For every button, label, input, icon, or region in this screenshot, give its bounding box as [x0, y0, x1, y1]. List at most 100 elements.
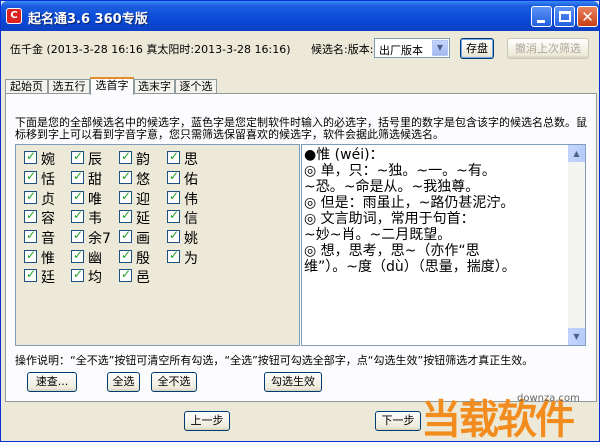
prev-step-button[interactable]: 上一步 [184, 411, 230, 431]
char-label: 迎 [136, 192, 150, 208]
next-step-button[interactable]: 下一步 [375, 411, 421, 431]
detail-line: ◎ 文言助词，常用于句首： [304, 211, 475, 227]
char-label: 信 [184, 211, 198, 227]
chevron-down-icon[interactable]: ▼ [432, 40, 448, 56]
detail-scrollbar[interactable]: ▲ ▼ [568, 145, 585, 345]
checkmark-icon: ✓ [26, 208, 37, 222]
checkmark-icon: ✓ [121, 189, 132, 203]
detail-line: ~妙~肖。~二月既望。 [304, 227, 452, 243]
scroll-up-icon[interactable]: ▲ [568, 145, 585, 162]
save-button[interactable]: 存盘 [460, 38, 494, 59]
checkbox-box[interactable]: ✓ [167, 248, 180, 263]
char-label: 惟 [41, 251, 55, 267]
checkbox-box[interactable]: ✓ [24, 267, 37, 282]
checkmark-icon: ✓ [169, 189, 180, 203]
checkbox-box[interactable]: ✓ [71, 189, 84, 204]
version-select[interactable]: 出厂版本 ▼ [374, 38, 450, 58]
checkbox-box[interactable]: ✓ [71, 228, 84, 243]
detail-line: ◎ 单，只：~独。~一。~有。 [304, 163, 496, 179]
checkbox-box[interactable]: ✓ [24, 248, 37, 263]
checkmark-icon: ✓ [26, 149, 37, 163]
checkmark-icon: ✓ [169, 208, 180, 222]
detail-line: 维”）。~度（dù）（思量，揣度）。 [304, 259, 516, 275]
checkmark-icon: ✓ [73, 208, 84, 222]
minimize-icon [537, 20, 545, 23]
close-icon: ✕ [581, 8, 594, 26]
checkbox-box[interactable]: ✓ [119, 208, 132, 223]
char-label: 唯 [88, 192, 102, 208]
checkbox-box[interactable]: ✓ [24, 228, 37, 243]
scroll-down-icon[interactable]: ▼ [568, 328, 585, 345]
char-label: 容 [41, 211, 55, 227]
checkbox-box[interactable]: ✓ [119, 248, 132, 263]
checkbox-box[interactable]: ✓ [24, 169, 37, 184]
detail-line: ~恐。~命是从。~我独尊。 [304, 179, 480, 195]
checkbox-box[interactable]: ✓ [167, 149, 180, 164]
watermark-url: downza.com [517, 393, 580, 404]
char-label: 画 [136, 231, 150, 247]
char-label: 韦 [88, 211, 102, 227]
checkmark-icon: ✓ [121, 149, 132, 163]
select-none-button[interactable]: 全不选 [151, 372, 197, 392]
tab-first-char[interactable]: 选首字 [90, 77, 134, 95]
char-label: 韵 [136, 152, 150, 168]
checkbox-box[interactable]: ✓ [167, 169, 180, 184]
checkmark-icon: ✓ [73, 228, 84, 242]
checkmark-icon: ✓ [26, 169, 37, 183]
tab-last-char[interactable]: 选末字 [134, 79, 175, 94]
checkbox-box[interactable]: ✓ [71, 149, 84, 164]
person-info: 伍千金 (2013-3-28 16:16 真太阳时:2013-3-28 16:1… [10, 43, 291, 56]
checkmark-icon: ✓ [121, 248, 132, 262]
window-title: 起名通3.6 360专版 [28, 12, 148, 27]
checkbox-box[interactable]: ✓ [71, 267, 84, 282]
char-label: 延 [136, 211, 150, 227]
checkmark-icon: ✓ [26, 248, 37, 262]
checkbox-box[interactable]: ✓ [71, 248, 84, 263]
undo-filter-button[interactable]: 撤消上次筛选 [507, 38, 589, 59]
minimize-button[interactable] [531, 6, 552, 27]
checkmark-icon: ✓ [121, 208, 132, 222]
char-detail-box[interactable]: ●惟 (wéi)： ◎ 单，只：~独。~一。~有。 ~恐。~命是从。~我独尊。 … [301, 144, 586, 346]
tab-start[interactable]: 起始页 [5, 79, 48, 94]
detail-line: ●惟 (wéi)： [304, 147, 384, 163]
char-label: 姚 [184, 231, 198, 247]
checkbox-box[interactable]: ✓ [24, 208, 37, 223]
checkbox-box[interactable]: ✓ [119, 267, 132, 282]
maximize-button[interactable] [554, 6, 575, 27]
checkbox-box[interactable]: ✓ [71, 169, 84, 184]
char-label: 均 [88, 270, 102, 286]
checkbox-box[interactable]: ✓ [119, 149, 132, 164]
select-all-button[interactable]: 全选 [107, 372, 140, 392]
checkmark-icon: ✓ [169, 248, 180, 262]
char-label: 殷 [136, 251, 150, 267]
char-label: 思 [184, 152, 198, 168]
checkbox-box[interactable]: ✓ [24, 189, 37, 204]
checkbox-box[interactable]: ✓ [167, 189, 180, 204]
tab-one-by-one[interactable]: 逐个选 [175, 79, 217, 94]
close-button[interactable]: ✕ [577, 6, 598, 27]
checkbox-box[interactable]: ✓ [119, 228, 132, 243]
title-bar[interactable]: C 起名通3.6 360专版 ✕ [1, 1, 599, 31]
checkbox-box[interactable]: ✓ [167, 228, 180, 243]
site-watermark: 当载软件 downza.com [421, 387, 599, 442]
apply-selection-button[interactable]: 勾选生效 [264, 372, 322, 392]
checkbox-box[interactable]: ✓ [71, 208, 84, 223]
checkbox-box[interactable]: ✓ [119, 189, 132, 204]
candidate-version-label: 候选名:版本: [311, 43, 374, 56]
char-label: 辰 [88, 152, 102, 168]
detail-line: ◎ 想，思考，思~（亦作“思 [304, 243, 480, 259]
operation-note: 操作说明：“全不选”按钮可清空所有勾选，“全选”按钮可勾选全部字，点“勾选生效”… [15, 354, 534, 367]
char-label: 伟 [184, 192, 198, 208]
checkbox-box[interactable]: ✓ [167, 208, 180, 223]
checkmark-icon: ✓ [121, 228, 132, 242]
char-label: 幽 [88, 251, 102, 267]
checkmark-icon: ✓ [169, 228, 180, 242]
tab-five-elements[interactable]: 选五行 [48, 79, 90, 94]
candidate-char-list: ✓ 婉 ✓ 辰 ✓ 韵 ✓ 思 ✓ 恬 ✓ 甜 ✓ 悠 ✓ 佑 ✓ 贞 ✓ 唯 ✓ 迎 ✓ 伟 ✓ 容 ✓ 韦 ✓ 延 ✓ 信 ✓ 音 ✓ 余7 ✓ 画 ✓… [15, 144, 300, 346]
checkbox-box[interactable]: ✓ [24, 149, 37, 164]
quick-lookup-button[interactable]: 速查... [27, 372, 77, 392]
checkbox-box[interactable]: ✓ [119, 169, 132, 184]
char-label: 余7 [88, 231, 111, 247]
checkmark-icon: ✓ [169, 169, 180, 183]
instructions-text: 下面是您的全部候选名中的候选字，蓝色字是您定制软件时输入的必选字，括号里的数字是… [15, 116, 587, 141]
